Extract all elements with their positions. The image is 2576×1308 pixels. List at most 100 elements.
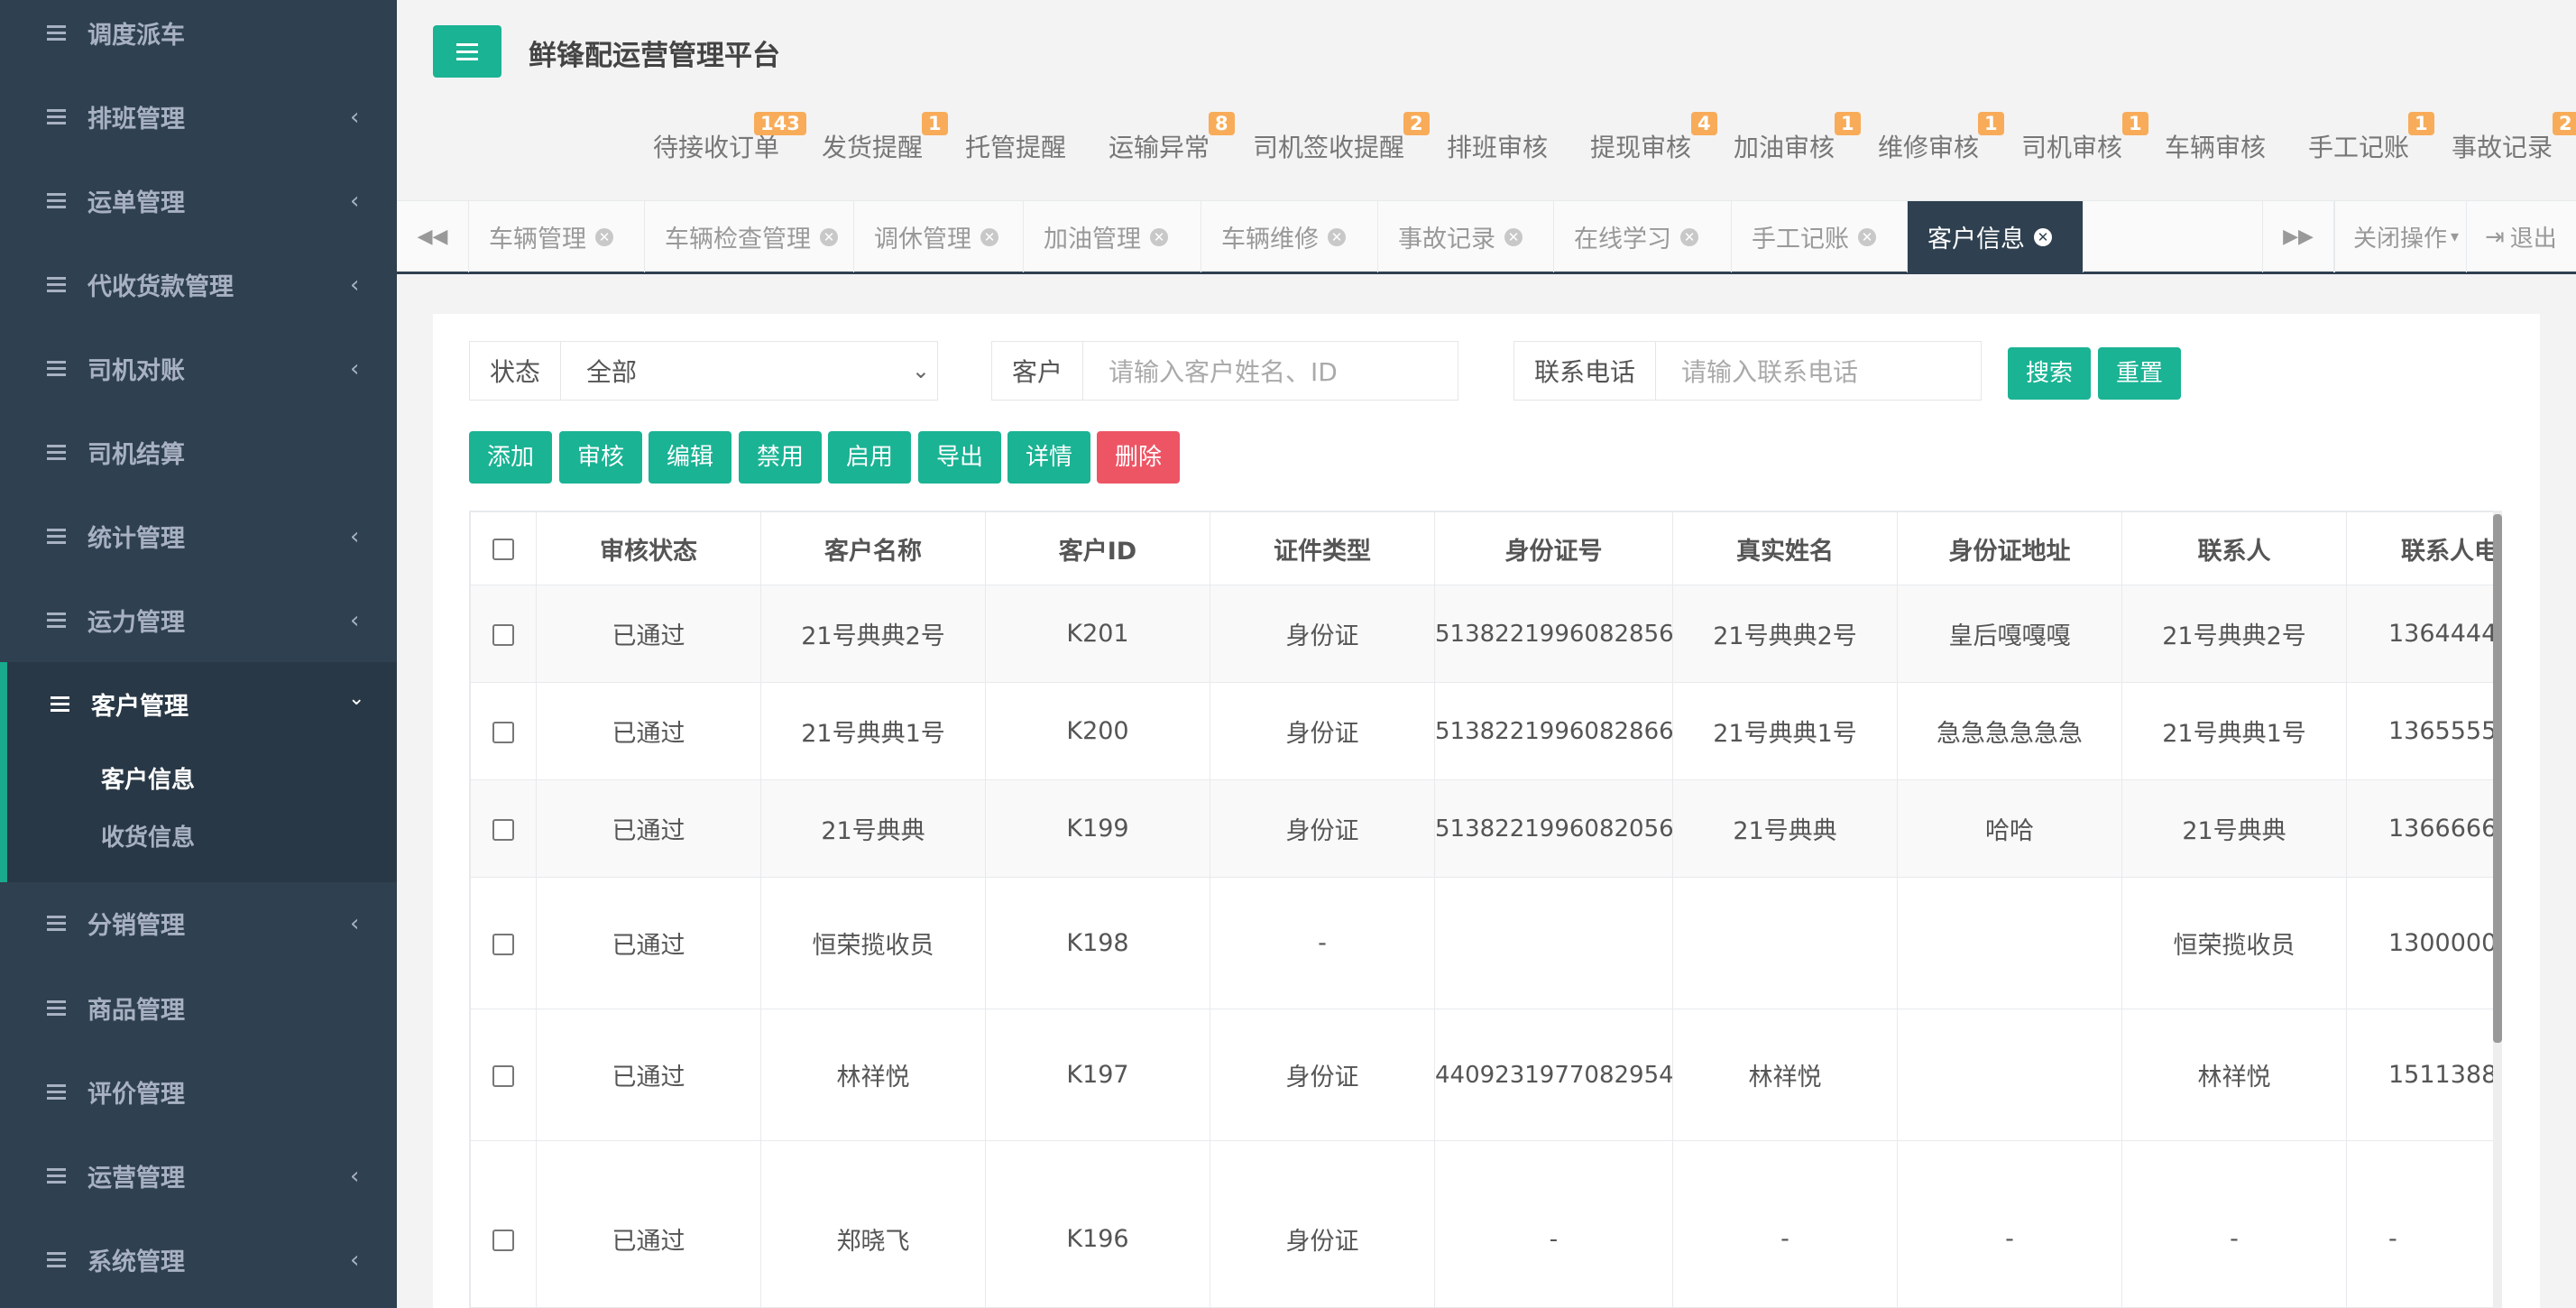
row-checkbox[interactable] (492, 1064, 514, 1087)
sidebar-item-reviews[interactable]: 评价管理 (0, 1050, 397, 1134)
table-cell: 皇后嘎嘎嘎 (1897, 585, 2122, 683)
sidebar-item-waybill[interactable]: 运单管理 ‹ (0, 159, 397, 243)
sidebar-item-dispatch[interactable]: 调度派车 (0, 0, 397, 75)
chevron-left-icon: ‹ (350, 909, 360, 937)
column-header[interactable]: 联系人电 (2346, 511, 2501, 585)
quick-link-transport-exception[interactable]: 运输异常 (1109, 128, 1210, 164)
close-icon[interactable]: ✕ (1150, 227, 1168, 246)
table-row[interactable]: 已通过林祥悦K197身份证440923197708295439林祥悦林祥悦151… (470, 1009, 2501, 1141)
tab-leave-management[interactable]: 调休管理 ✕ (854, 201, 1024, 272)
quick-link-custody-reminder[interactable]: 托管提醒 (965, 128, 1066, 164)
quick-link-schedule-review[interactable]: 排班审核 (1447, 128, 1548, 164)
close-icon[interactable]: ✕ (2034, 227, 2052, 246)
close-icon[interactable]: ✕ (1680, 227, 1698, 246)
row-checkbox[interactable] (492, 1229, 514, 1251)
table-row[interactable]: 已通过 恒荣揽收员 K198- 恒荣揽收员 13000000 (470, 877, 2501, 1009)
status-select[interactable]: 全部 ⌄ (561, 342, 937, 400)
row-checkbox[interactable] (492, 721, 514, 743)
sidebar-item-operations[interactable]: 运营管理 ‹ (0, 1134, 397, 1218)
sidebar-item-driver-settlement[interactable]: 司机结算 (0, 410, 397, 494)
add-button[interactable]: 添加 (469, 431, 552, 484)
select-all-checkbox[interactable] (492, 539, 514, 560)
review-button[interactable]: 审核 (559, 431, 642, 484)
tab-manual-bookkeeping[interactable]: 手工记账 ✕ (1732, 201, 1908, 272)
quick-link-repair-review[interactable]: 维修审核 (1878, 128, 1979, 164)
sidebar-subitem-receiving-info[interactable]: 收货信息 (101, 819, 195, 852)
row-select-cell[interactable] (470, 585, 537, 683)
sidebar-item-system[interactable]: 系统管理 ‹ (0, 1218, 397, 1302)
sidebar-item-distribution[interactable]: 分销管理 ‹ (0, 881, 397, 965)
close-icon[interactable]: ✕ (595, 227, 613, 246)
tab-vehicle-management[interactable]: 车辆管理 ✕ (469, 201, 645, 272)
close-operations-dropdown[interactable]: 关闭操作 ▾ (2334, 201, 2466, 272)
quick-link-withdraw-review[interactable]: 提现审核 (1590, 128, 1691, 164)
table-row[interactable]: 已通过 郑晓飞 K196 身份证 - - - - - (470, 1140, 2501, 1307)
tab-vehicle-repair[interactable]: 车辆维修 ✕ (1201, 201, 1378, 272)
edit-button[interactable]: 编辑 (649, 431, 731, 484)
column-header[interactable]: 真实姓名 (1672, 511, 1898, 585)
row-checkbox[interactable] (492, 818, 514, 841)
sidebar-item-customer-header[interactable]: 客户管理 (51, 662, 189, 746)
export-button[interactable]: 导出 (918, 431, 1001, 484)
column-header[interactable]: 审核状态 (536, 511, 761, 585)
disable-button[interactable]: 禁用 (739, 431, 822, 484)
customer-search-input[interactable]: 请输入客户姓名、ID (1083, 342, 1458, 400)
column-header[interactable]: 客户ID (985, 511, 1210, 585)
quick-link-fuel-review[interactable]: 加油审核 (1734, 128, 1835, 164)
close-icon[interactable]: ✕ (1858, 227, 1876, 246)
quick-link-accident-record[interactable]: 事故记录 (2452, 128, 2553, 164)
sidebar-item-cod[interactable]: 代收货款管理 ‹ (0, 243, 397, 327)
row-checkbox[interactable] (492, 933, 514, 955)
row-select-cell[interactable] (470, 1009, 537, 1141)
column-header[interactable]: 联系人 (2121, 511, 2347, 585)
tab-fuel-management[interactable]: 加油管理 ✕ (1024, 201, 1201, 272)
table-row[interactable]: 已通过21号典典K199身份证51382219960820566821号典典哈哈… (470, 779, 2501, 878)
sidebar-item-goods[interactable]: 商品管理 (0, 966, 397, 1050)
row-select-cell[interactable] (470, 1140, 537, 1307)
tab-vehicle-inspection[interactable]: 车辆检查管理 ✕ (645, 201, 854, 272)
table-cell: 21号典典1号 (760, 682, 986, 780)
row-checkbox[interactable] (492, 623, 514, 646)
table-cell: 13644443 (2346, 585, 2501, 683)
column-header[interactable]: 身份证地址 (1897, 511, 2122, 585)
quick-link-driver-review[interactable]: 司机审核 (2021, 128, 2122, 164)
close-icon[interactable]: ✕ (1504, 227, 1523, 246)
tab-scroll-left-button[interactable]: ◀◀ (397, 201, 469, 272)
sidebar-item-customer[interactable]: 客户管理 ⌄ 客户信息 收货信息 (0, 662, 397, 882)
sidebar-toggle-button[interactable] (433, 25, 501, 78)
tab-scroll-right-button[interactable]: ▶▶ (2262, 201, 2334, 272)
close-icon[interactable]: ✕ (980, 227, 998, 246)
reset-button[interactable]: 重置 (2098, 347, 2181, 400)
table-scrollbar-thumb[interactable] (2493, 514, 2502, 1043)
tab-accident-record[interactable]: 事故记录 ✕ (1378, 201, 1554, 272)
column-header[interactable]: 客户名称 (760, 511, 986, 585)
sidebar-item-capacity[interactable]: 运力管理 ‹ (0, 578, 397, 662)
quick-link-vehicle-review[interactable]: 车辆审核 (2165, 128, 2266, 164)
quick-link-manual-bookkeeping[interactable]: 手工记账 (2308, 128, 2409, 164)
column-header[interactable]: 身份证号 (1434, 511, 1673, 585)
sidebar-item-driver-reconcile[interactable]: 司机对账 ‹ (0, 327, 397, 410)
row-select-cell[interactable] (470, 779, 537, 878)
search-button[interactable]: 搜索 (2008, 347, 2091, 400)
delete-button[interactable]: 删除 (1097, 431, 1180, 484)
tab-customer-info[interactable]: 客户信息 ✕ (1908, 201, 2084, 272)
row-select-cell[interactable] (470, 682, 537, 780)
column-header[interactable]: 证件类型 (1210, 511, 1435, 585)
close-icon[interactable]: ✕ (1328, 227, 1346, 246)
menu-icon (456, 42, 478, 60)
logout-button[interactable]: ⇥ 退出 (2466, 201, 2576, 272)
quick-link-shipping-reminder[interactable]: 发货提醒 (822, 128, 923, 164)
row-select-cell[interactable] (470, 877, 537, 1009)
sidebar-subitem-customer-info[interactable]: 客户信息 (101, 761, 195, 795)
close-icon[interactable]: ✕ (820, 227, 838, 246)
phone-search-input[interactable]: 请输入联系电话 (1656, 342, 1981, 400)
table-row[interactable]: 已通过21号典典2号K201身份证51382219960828566821号典典… (470, 585, 2501, 683)
table-row[interactable]: 已通过21号典典1号K200身份证51382219960828668821号典典… (470, 682, 2501, 780)
sidebar-item-statistics[interactable]: 统计管理 ‹ (0, 494, 397, 578)
sidebar-item-scheduling[interactable]: 排班管理 ‹ (0, 75, 397, 159)
detail-button[interactable]: 详情 (1007, 431, 1090, 484)
enable-button[interactable]: 启用 (828, 431, 911, 484)
select-all-cell[interactable] (470, 511, 537, 585)
quick-link-driver-sign-reminder[interactable]: 司机签收提醒 (1253, 128, 1404, 164)
tab-online-learning[interactable]: 在线学习 ✕ (1554, 201, 1732, 272)
